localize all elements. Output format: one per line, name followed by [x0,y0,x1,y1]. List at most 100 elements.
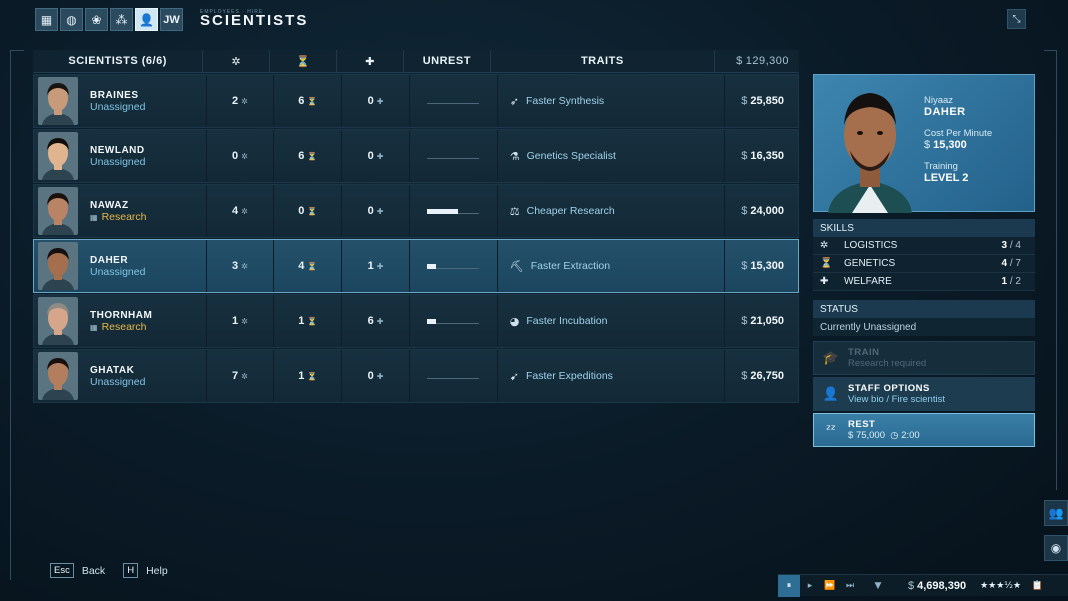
welfare-cross-icon: ✚ [376,371,384,381]
welfare-value: 0 [367,205,374,217]
logistics-gear-icon[interactable]: ✲ [203,50,271,72]
genetics-stat: 0 ⏳ [274,185,343,237]
genetics-hourglass-icon: ⏳ [307,96,318,106]
help-key[interactable]: H [123,563,139,578]
cost-value: 15,300 [750,260,784,272]
staff-options-button[interactable]: 👤 STAFF OPTIONS View bio / Fire scientis… [813,377,1035,411]
logistics-stat: 0 ✲ [207,130,275,182]
skill-label: LOGISTICS [844,240,898,251]
jw-logo-icon[interactable]: JW [160,8,183,31]
key-hints: Esc Back H Help [50,563,168,578]
train-button[interactable]: 🎓 TRAIN Research required [813,341,1035,375]
logistics-gear-icon: ✲ [820,240,829,251]
staff-group-icon[interactable]: 👥 [1044,500,1068,526]
table-row[interactable]: GHATAK Unassigned 7 ✲ 1 ⏳ 0 ✚ ➹ Faster Expedition… [33,349,799,403]
skill-max: / 4 [1009,240,1021,251]
fastest-forward-icon[interactable]: ⏭ [840,575,860,597]
status-value: Currently Unassigned [813,318,1035,336]
status-text: Research [101,210,147,223]
dinosaur-icon[interactable]: ❀ [85,8,108,31]
rest-button[interactable]: ᶻᶻ REST $ 75,000 ◷ 2:00 [813,413,1035,447]
cost-cell: $16,350 [725,130,798,182]
collapse-icon[interactable]: ⤡ [1007,9,1026,29]
fast-forward-icon[interactable]: ⏩ [820,575,840,597]
staff-text: STAFF OPTIONS View bio / Fire scientist [848,383,945,405]
trait-label: Faster Synthesis [525,95,605,107]
globe-icon[interactable]: ◍ [60,8,83,31]
unrest-cell [410,295,498,347]
welfare-cross-icon: ✚ [376,316,384,326]
table-row[interactable]: NAWAZ ▦ Research 4 ✲ 0 ⏳ 0 ✚ ⚖ Cheaper Research $24… [33,184,799,238]
logistics-stat: 2 ✲ [207,75,275,127]
trait-cell: ➹ Faster Expeditions [498,350,726,402]
table-row[interactable]: NEWLAND Unassigned 0 ✲ 6 ⏳ 0 ✚ ⚗ Genetics Special… [33,129,799,183]
filter-funnel-icon[interactable]: ▼ [860,575,896,597]
logistics-gear-icon: ✲ [241,96,248,106]
back-label[interactable]: Back [82,565,105,577]
help-label[interactable]: Help [146,565,168,577]
frame-left [10,50,11,580]
header-traits[interactable]: TRAITS [491,50,715,72]
skill-max: / 2 [1009,276,1021,287]
rest-title: REST [848,419,876,430]
trait-icon: ⚖ [509,204,520,218]
skill-value: 1 [1001,276,1008,287]
table-row[interactable]: THORNHAM ▦ Research 1 ✲ 1 ⏳ 6 ✚ ◕ Faster Incubatio… [33,294,799,348]
unrest-cell [410,240,498,292]
unrest-cell [410,130,498,182]
category-tabs: ▦ ◍ ❀ ⁂ 👤 JW [35,8,183,31]
scientist-namebox: BRAINES Unassigned [90,90,145,113]
money-amount: 4,698,390 [917,579,967,592]
molecule-icon[interactable]: ⁂ [110,8,133,31]
table-row[interactable]: DAHER Unassigned 3 ✲ 4 ⏳ 1 ✚ ⛏ Faster Extraction $… [33,239,799,293]
trait-icon: ➶ [509,94,519,108]
unrest-meter [427,373,480,379]
scientists-table: SCIENTISTS (6/6) ✲ ⏳ ✚ UNREST TRAITS $12… [33,50,799,403]
play-icon[interactable]: ▸ [800,575,820,597]
detail-training-value: LEVEL 2 [924,172,969,184]
welfare-value: 0 [367,370,374,382]
detail-cost-label: Cost Per Minute [924,128,993,139]
detail-cost-value: $15,300 [924,139,992,151]
skill-label: WELFARE [844,276,892,287]
facilities-grid-icon[interactable]: ▦ [35,8,58,31]
welfare-stat: 0 ✚ [342,75,410,127]
scientist-namebox: NEWLAND Unassigned [90,145,145,168]
research-icon: ▦ [90,212,98,222]
pause-icon[interactable]: ⏸ [778,574,800,597]
staff-subtitle: View bio / Fire scientist [848,394,945,405]
status-panel: STATUS Currently Unassigned [813,300,1035,336]
trait-label: Cheaper Research [526,205,615,217]
genetics-stat: 6 ⏳ [274,130,343,182]
train-text: TRAIN Research required [848,347,926,369]
frame-right [1056,50,1057,490]
dollar-symbol: $ [741,205,748,217]
scientist-name: NAWAZ [90,199,129,211]
trait-icon: ⛏ [509,259,524,273]
park-rating-stars: ★★★½★ [980,580,1022,591]
trait-label: Faster Extraction [530,260,611,272]
unrest-track [427,158,480,159]
welfare-value: 6 [367,315,374,327]
dino-badge-icon[interactable]: ◉ [1044,535,1068,561]
table-row[interactable]: BRAINES Unassigned 2 ✲ 6 ⏳ 0 ✚ ➶ Faster Synthesis… [33,74,799,128]
logistics-value: 3 [232,260,239,272]
genetics-hourglass-icon[interactable]: ⏳ [270,50,338,72]
unrest-meter [427,318,480,324]
esc-key[interactable]: Esc [50,563,74,578]
logistics-value: 2 [232,95,239,107]
clipboard-icon[interactable]: 📋 [1027,575,1047,597]
scientist-person-icon[interactable]: 👤 [135,8,158,31]
cost-value: 25,850 [750,95,784,107]
scientist-status: Unassigned [90,101,145,113]
header-scientists[interactable]: SCIENTISTS (6/6) [33,50,204,72]
status-text: Unassigned [90,265,146,278]
trait-cell: ⚖ Cheaper Research [498,185,726,237]
welfare-cross-icon[interactable]: ✚ [337,50,405,72]
welfare-stat: 6 ✚ [342,295,410,347]
top-bar: ▦ ◍ ❀ ⁂ 👤 JW EMPLOYEES · HIRE SCIENTISTS… [0,0,1068,40]
unrest-meter [427,208,480,214]
header-unrest[interactable]: UNREST [404,50,491,72]
dollar-symbol: $ [924,139,931,151]
welfare-cross-icon: ✚ [376,96,384,106]
